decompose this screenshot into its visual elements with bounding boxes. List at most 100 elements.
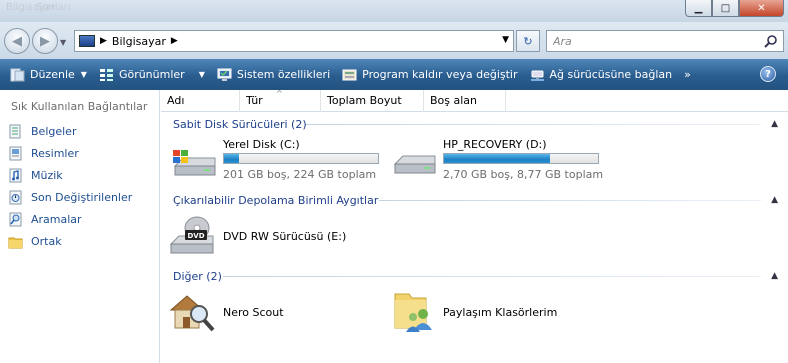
searches-icon (9, 212, 22, 226)
column-type[interactable]: Tür ^ (240, 89, 321, 112)
command-bar: Düzenle ▼ Görünümler ▼ Sistem özellikleri … (0, 59, 788, 90)
chevron-down-icon: ▼ (198, 70, 205, 79)
close-button[interactable]: ✕ (739, 0, 784, 17)
group-divider (223, 276, 761, 277)
nav-item-documents[interactable]: Belgeler (8, 122, 76, 140)
background-window-text: Sonları (36, 2, 71, 13)
nero-scout-icon (169, 295, 215, 332)
more-commands-button[interactable]: » (678, 59, 697, 90)
nav-item-recently-changed[interactable]: Son Değiştirilenler (8, 188, 132, 206)
forward-button[interactable]: ▶ (32, 28, 58, 54)
maximize-button[interactable]: □ (712, 0, 739, 17)
public-folder-icon (8, 237, 23, 248)
item-nero-scout[interactable]: Nero Scout (167, 290, 284, 334)
group-divider (306, 124, 761, 125)
drive-space-info: 201 GB boş, 224 GB toplam (223, 168, 377, 181)
item-shared-folders[interactable]: Paylaşım Klasörlerim (387, 290, 557, 334)
minimize-button[interactable]: ▁ (685, 0, 712, 17)
nav-item-label: Ortak (31, 234, 62, 248)
address-dropdown-icon[interactable]: ▼ (502, 35, 509, 45)
map-network-drive-icon (530, 70, 544, 81)
views-label: Görünümler (118, 68, 185, 81)
column-name[interactable]: Adı (161, 90, 240, 112)
history-dropdown-icon[interactable]: ▼ (60, 38, 66, 47)
chevron-down-icon: ▼ (80, 70, 87, 79)
drive-space-info: 2,70 GB boş, 8,77 GB toplam (443, 168, 604, 181)
drive-usage-fill (444, 154, 551, 163)
group-divider (379, 200, 761, 201)
organize-icon (10, 68, 25, 81)
drive-usage-bar (443, 153, 599, 164)
back-arrow-icon: ◀ (12, 33, 22, 49)
refresh-button[interactable]: ↻ (516, 30, 540, 52)
sort-ascending-icon: ^ (276, 89, 283, 98)
nav-item-public[interactable]: Ortak (8, 232, 62, 250)
breadcrumb-separator-icon[interactable]: ▶ (171, 36, 178, 46)
collapse-group-icon[interactable]: ▲ (771, 195, 778, 205)
window-frame: Bilgisayar Sonları ▁ □ ✕ (0, 0, 788, 22)
search-input[interactable] (553, 34, 753, 48)
organize-label: Düzenle (30, 68, 75, 81)
dvd-badge: DVD (187, 232, 204, 240)
collapse-group-icon[interactable]: ▲ (771, 119, 778, 129)
pictures-icon (9, 146, 22, 160)
column-header-row: Adı Tür ^ Toplam Boyut Boş alan (161, 89, 788, 112)
navigation-pane: Sık Kullanılan Bağlantılar Belgeler Resi… (0, 90, 160, 363)
address-row: ◀ ▶ ▼ ▶ Bilgisayar ▶ ▼ ↻ (0, 22, 788, 59)
uninstall-program-label: Program kaldır veya değiştir (362, 68, 518, 81)
computer-icon (79, 35, 95, 47)
organize-button[interactable]: Düzenle ▼ (4, 59, 93, 90)
drive-item-d[interactable]: HP_RECOVERY (D:) 2,70 GB boş, 8,77 GB to… (391, 138, 606, 184)
nav-item-label: Aramalar (31, 212, 82, 226)
system-properties-button[interactable]: Sistem özellikleri (211, 59, 336, 90)
refresh-icon: ↻ (523, 34, 533, 48)
column-total-size[interactable]: Toplam Boyut (321, 90, 424, 112)
views-button[interactable]: Görünümler ▼ (93, 59, 211, 90)
system-properties-icon (217, 68, 232, 81)
back-button[interactable]: ◀ (4, 28, 30, 54)
drive-usage-fill (224, 154, 240, 163)
breadcrumb-separator-icon[interactable]: ▶ (100, 36, 107, 46)
uninstall-icon (342, 69, 357, 80)
breadcrumb-computer[interactable]: Bilgisayar (112, 35, 166, 48)
hard-disk-windows-icon (173, 150, 216, 176)
group-title: Sabit Disk Sürücüleri (2) (173, 117, 307, 131)
nav-item-searches[interactable]: Aramalar (8, 210, 82, 228)
collapse-group-icon[interactable]: ▲ (771, 271, 778, 281)
group-header-hard-disks[interactable]: Sabit Disk Sürücüleri (2) (173, 116, 307, 132)
drive-name: Yerel Disk (C:) (223, 138, 300, 151)
column-type-label: Tür (246, 94, 263, 107)
nav-item-label: Resimler (31, 146, 79, 160)
shared-folders-icon (394, 293, 432, 332)
item-name: Paylaşım Klasörlerim (443, 305, 558, 319)
nav-item-music[interactable]: Müzik (8, 166, 63, 184)
group-header-removable[interactable]: Çıkarılabilir Depolama Birimli Aygıtlar (173, 192, 378, 208)
drive-item-c[interactable]: Yerel Disk (C:) 201 GB boş, 224 GB topla… (171, 138, 386, 184)
map-network-drive-button[interactable]: Ağ sürücüsüne bağlan (524, 59, 679, 90)
file-list: Adı Tür ^ Toplam Boyut Boş alan Sabit Di… (161, 89, 788, 363)
group-header-other[interactable]: Diğer (2) (173, 268, 222, 284)
item-name: DVD RW Sürücüsü (E:) (223, 229, 347, 243)
hard-disk-icon (393, 155, 436, 174)
drive-name: HP_RECOVERY (D:) (443, 138, 547, 151)
views-icon (99, 68, 113, 81)
group-title: Çıkarılabilir Depolama Birimli Aygıtlar (173, 193, 379, 207)
search-box[interactable] (546, 30, 784, 52)
forward-arrow-icon: ▶ (40, 33, 50, 49)
favorite-links-heading: Sık Kullanılan Bağlantılar (11, 100, 148, 113)
column-free-space[interactable]: Boş alan (424, 90, 506, 112)
drive-item-e[interactable]: DVD DVD RW Sürücüsü (E:) (167, 214, 346, 258)
uninstall-program-button[interactable]: Program kaldır veya değiştir (336, 59, 523, 90)
help-button[interactable]: ? (760, 66, 776, 82)
system-properties-label: Sistem özellikleri (236, 68, 331, 81)
nav-item-label: Belgeler (31, 124, 77, 138)
address-bar[interactable]: ▶ Bilgisayar ▶ ▼ (74, 30, 514, 52)
documents-icon (9, 124, 21, 138)
dvd-drive-icon: DVD (169, 216, 214, 254)
map-network-drive-label: Ağ sürücüsüne bağlan (549, 68, 673, 81)
group-title: Diğer (2) (173, 269, 222, 283)
nav-item-label: Son Değiştirilenler (31, 190, 133, 204)
nav-item-pictures[interactable]: Resimler (8, 144, 79, 162)
search-icon[interactable] (764, 34, 778, 48)
item-name: Nero Scout (223, 305, 284, 319)
